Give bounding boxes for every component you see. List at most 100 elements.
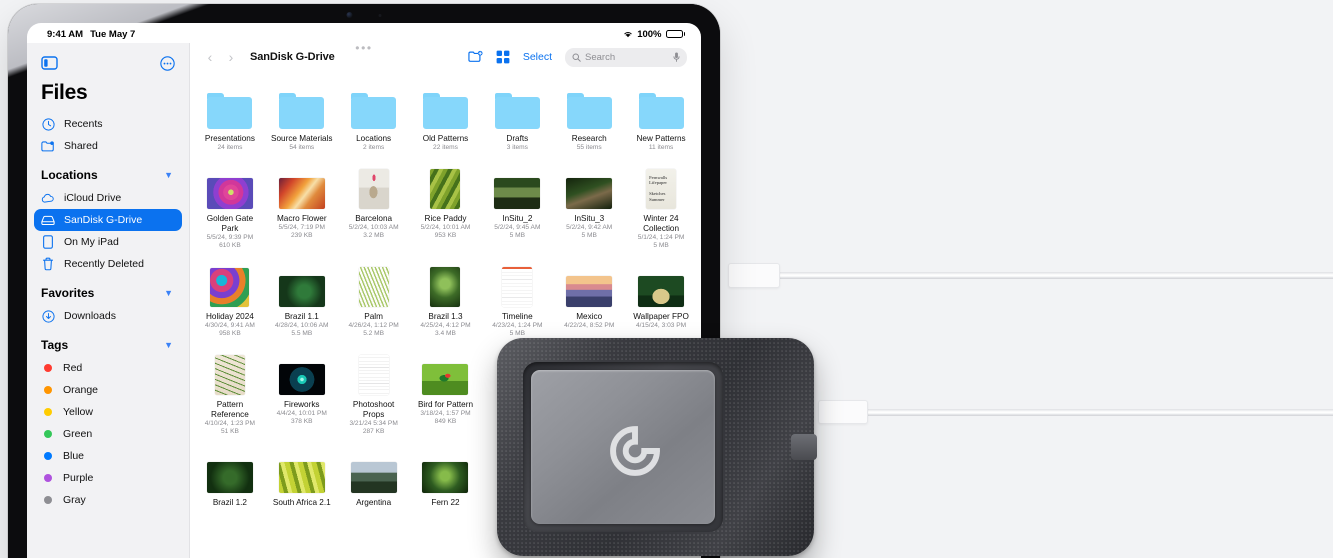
file-meta-size: 3.2 MB <box>363 232 385 239</box>
file-item[interactable]: InSitu_2 5/2/24, 9:45 AM 5 MB <box>481 159 553 257</box>
file-item[interactable]: Fern 22 <box>410 443 482 514</box>
file-meta-size: 5 MB <box>581 232 597 239</box>
folder-item[interactable]: Source Materials 54 items <box>266 79 338 159</box>
search-placeholder: Search <box>585 51 616 63</box>
tag-label: Green <box>63 428 93 440</box>
file-item[interactable]: Fireworks 4/4/24, 10:01 PM 378 KB <box>266 345 338 443</box>
file-item[interactable]: South Africa 2.1 <box>266 443 338 514</box>
sidebar-tag-yellow[interactable]: Yellow <box>34 401 182 423</box>
file-thumbnail-yellow-leaf <box>278 461 325 493</box>
sidebar-section-locations-header[interactable]: Locations ▼ <box>27 157 189 187</box>
more-ellipsis-circle-icon[interactable] <box>160 55 175 71</box>
battery-icon <box>665 29 685 39</box>
file-name: Argentina <box>356 497 392 507</box>
sidebar-section-favorites-header[interactable]: Favorites ▼ <box>27 275 189 305</box>
sidebar-item-shared[interactable]: Shared <box>34 135 182 157</box>
file-meta-size: 287 KB <box>362 428 385 435</box>
file-name: Brazil 1.3 <box>428 311 463 321</box>
sidebar-tag-orange[interactable]: Orange <box>34 379 182 401</box>
file-item[interactable]: Golden Gate Park 5/5/24, 9:39 PM 610 KB <box>194 159 266 257</box>
folder-item[interactable]: Research 55 items <box>553 79 625 159</box>
file-item[interactable]: Fernwalls Lifepaper Sketches Summer Winter 2… <box>625 159 697 257</box>
folder-icon <box>422 93 468 129</box>
sidebar-tag-purple[interactable]: Purple <box>34 467 182 489</box>
file-item[interactable]: Palm 4/26/24, 1:12 PM 5.2 MB <box>338 257 410 345</box>
file-meta-primary: 5/2/24, 9:45 AM <box>494 223 541 231</box>
sidebar-item-label: Downloads <box>64 310 116 322</box>
chevron-right-icon[interactable]: › <box>225 49 237 65</box>
file-item[interactable]: Photoshoot Props 3/21/24 5:34 PM 287 KB <box>338 345 410 443</box>
thumbnail <box>502 259 533 307</box>
file-thumbnail-sofa-jungle <box>638 275 685 307</box>
file-name: Mexico <box>576 311 603 321</box>
file-item[interactable]: Mexico 4/22/24, 8:52 PM <box>553 257 625 345</box>
file-thumbnail-flower-pink <box>206 177 253 209</box>
chevron-down-icon[interactable]: ▼ <box>164 288 173 298</box>
search-input[interactable]: Search <box>565 47 687 67</box>
thumbnail <box>430 161 461 209</box>
folder-item[interactable]: Locations 2 items <box>338 79 410 159</box>
grid-view-icon[interactable] <box>496 50 510 64</box>
sidebar-item-sandisk-g-drive[interactable]: SanDisk G-Drive <box>34 209 182 231</box>
file-item[interactable]: Holiday 2024 4/30/24, 9:41 AM 958 KB <box>194 257 266 345</box>
file-item[interactable]: Rice Paddy 5/2/24, 10:01 AM 953 KB <box>410 159 482 257</box>
file-name: Golden Gate Park <box>206 213 254 233</box>
sidebar-tag-gray[interactable]: Gray <box>34 489 182 511</box>
folder-item[interactable]: Old Patterns 22 items <box>410 79 482 159</box>
chevron-down-icon[interactable]: ▼ <box>164 170 173 180</box>
thumbnail <box>358 161 389 209</box>
sidebar-toggle-icon[interactable] <box>41 56 58 70</box>
file-name: InSitu_2 <box>502 213 533 223</box>
file-name: Timeline <box>502 311 533 321</box>
sidebar-item-label: SanDisk G-Drive <box>64 214 143 226</box>
wifi-icon <box>624 32 632 38</box>
thumbnail <box>358 259 389 307</box>
file-meta-primary: 4/30/24, 9:41 AM <box>204 321 255 329</box>
sidebar-section-tags-header[interactable]: Tags ▼ <box>27 327 189 357</box>
file-name: Barcelona <box>355 213 393 223</box>
file-item[interactable]: InSitu_3 5/2/24, 9:42 AM 5 MB <box>553 159 625 257</box>
sidebar-item-on-my-ipad[interactable]: On My iPad <box>34 231 182 253</box>
file-meta-primary: 4/23/24, 1:24 PM <box>492 321 543 329</box>
file-item[interactable]: Argentina <box>338 443 410 514</box>
usb-c-cable-upper-wire <box>778 272 1333 279</box>
folder-item[interactable]: Presentations 24 items <box>194 79 266 159</box>
sidebar-tag-red[interactable]: Red <box>34 357 182 379</box>
sidebar-item-icloud-drive[interactable]: iCloud Drive <box>34 187 182 209</box>
file-thumbnail-leaf-dark <box>278 275 325 307</box>
tag-color-dot <box>44 452 52 460</box>
file-item[interactable]: Pattern Reference 4/10/24, 1:23 PM 51 KB <box>194 345 266 443</box>
file-item[interactable]: Barcelona 5/2/24, 10:03 AM 3.2 MB <box>338 159 410 257</box>
file-name: Drafts <box>506 134 529 143</box>
thumbnail <box>566 81 612 129</box>
tag-color-dot <box>44 474 52 482</box>
sidebar-item-downloads[interactable]: Downloads <box>34 305 182 327</box>
sidebar-toolbar <box>27 49 189 75</box>
file-meta-primary: 4/26/24, 1:12 PM <box>348 321 399 329</box>
folder-item[interactable]: Drafts 3 items <box>481 79 553 159</box>
folder-item[interactable]: New Patterns 11 items <box>625 79 697 159</box>
file-item[interactable]: Brazil 1.3 4/25/24, 4:12 PM 3.4 MB <box>410 257 482 345</box>
file-thumbnail-mountains <box>350 461 397 493</box>
file-meta-size: 849 KB <box>434 418 457 425</box>
sidebar-item-recently-deleted[interactable]: Recently Deleted <box>34 253 182 275</box>
file-meta-size: 378 KB <box>290 418 313 425</box>
file-item[interactable]: Brazil 1.2 <box>194 443 266 514</box>
file-item[interactable]: Wallpaper FPO 4/15/24, 3:03 PM <box>625 257 697 345</box>
sidebar-tag-green[interactable]: Green <box>34 423 182 445</box>
chevron-left-icon[interactable]: ‹ <box>204 49 216 65</box>
file-thumbnail-list-doc <box>358 354 389 395</box>
file-item[interactable]: Bird for Pattern 3/18/24, 1:57 PM 849 KB <box>410 345 482 443</box>
select-button[interactable]: Select <box>523 51 552 63</box>
file-item[interactable]: Macro Flower 5/5/24, 7:19 PM 239 KB <box>266 159 338 257</box>
sidebar-item-recents[interactable]: Recents <box>34 113 182 135</box>
file-meta-primary: 5/2/24, 10:03 AM <box>348 223 399 231</box>
new-folder-icon[interactable] <box>468 50 483 64</box>
chevron-down-icon[interactable]: ▼ <box>164 340 173 350</box>
file-item[interactable]: Timeline 4/23/24, 1:24 PM 5 MB <box>481 257 553 345</box>
microphone-icon[interactable] <box>673 52 680 62</box>
multitasking-handle[interactable]: ••• <box>355 42 372 54</box>
file-meta-primary: 5/5/24, 9:39 PM <box>206 233 254 241</box>
file-item[interactable]: Brazil 1.1 4/28/24, 10:06 AM 5.5 MB <box>266 257 338 345</box>
sidebar-tag-blue[interactable]: Blue <box>34 445 182 467</box>
